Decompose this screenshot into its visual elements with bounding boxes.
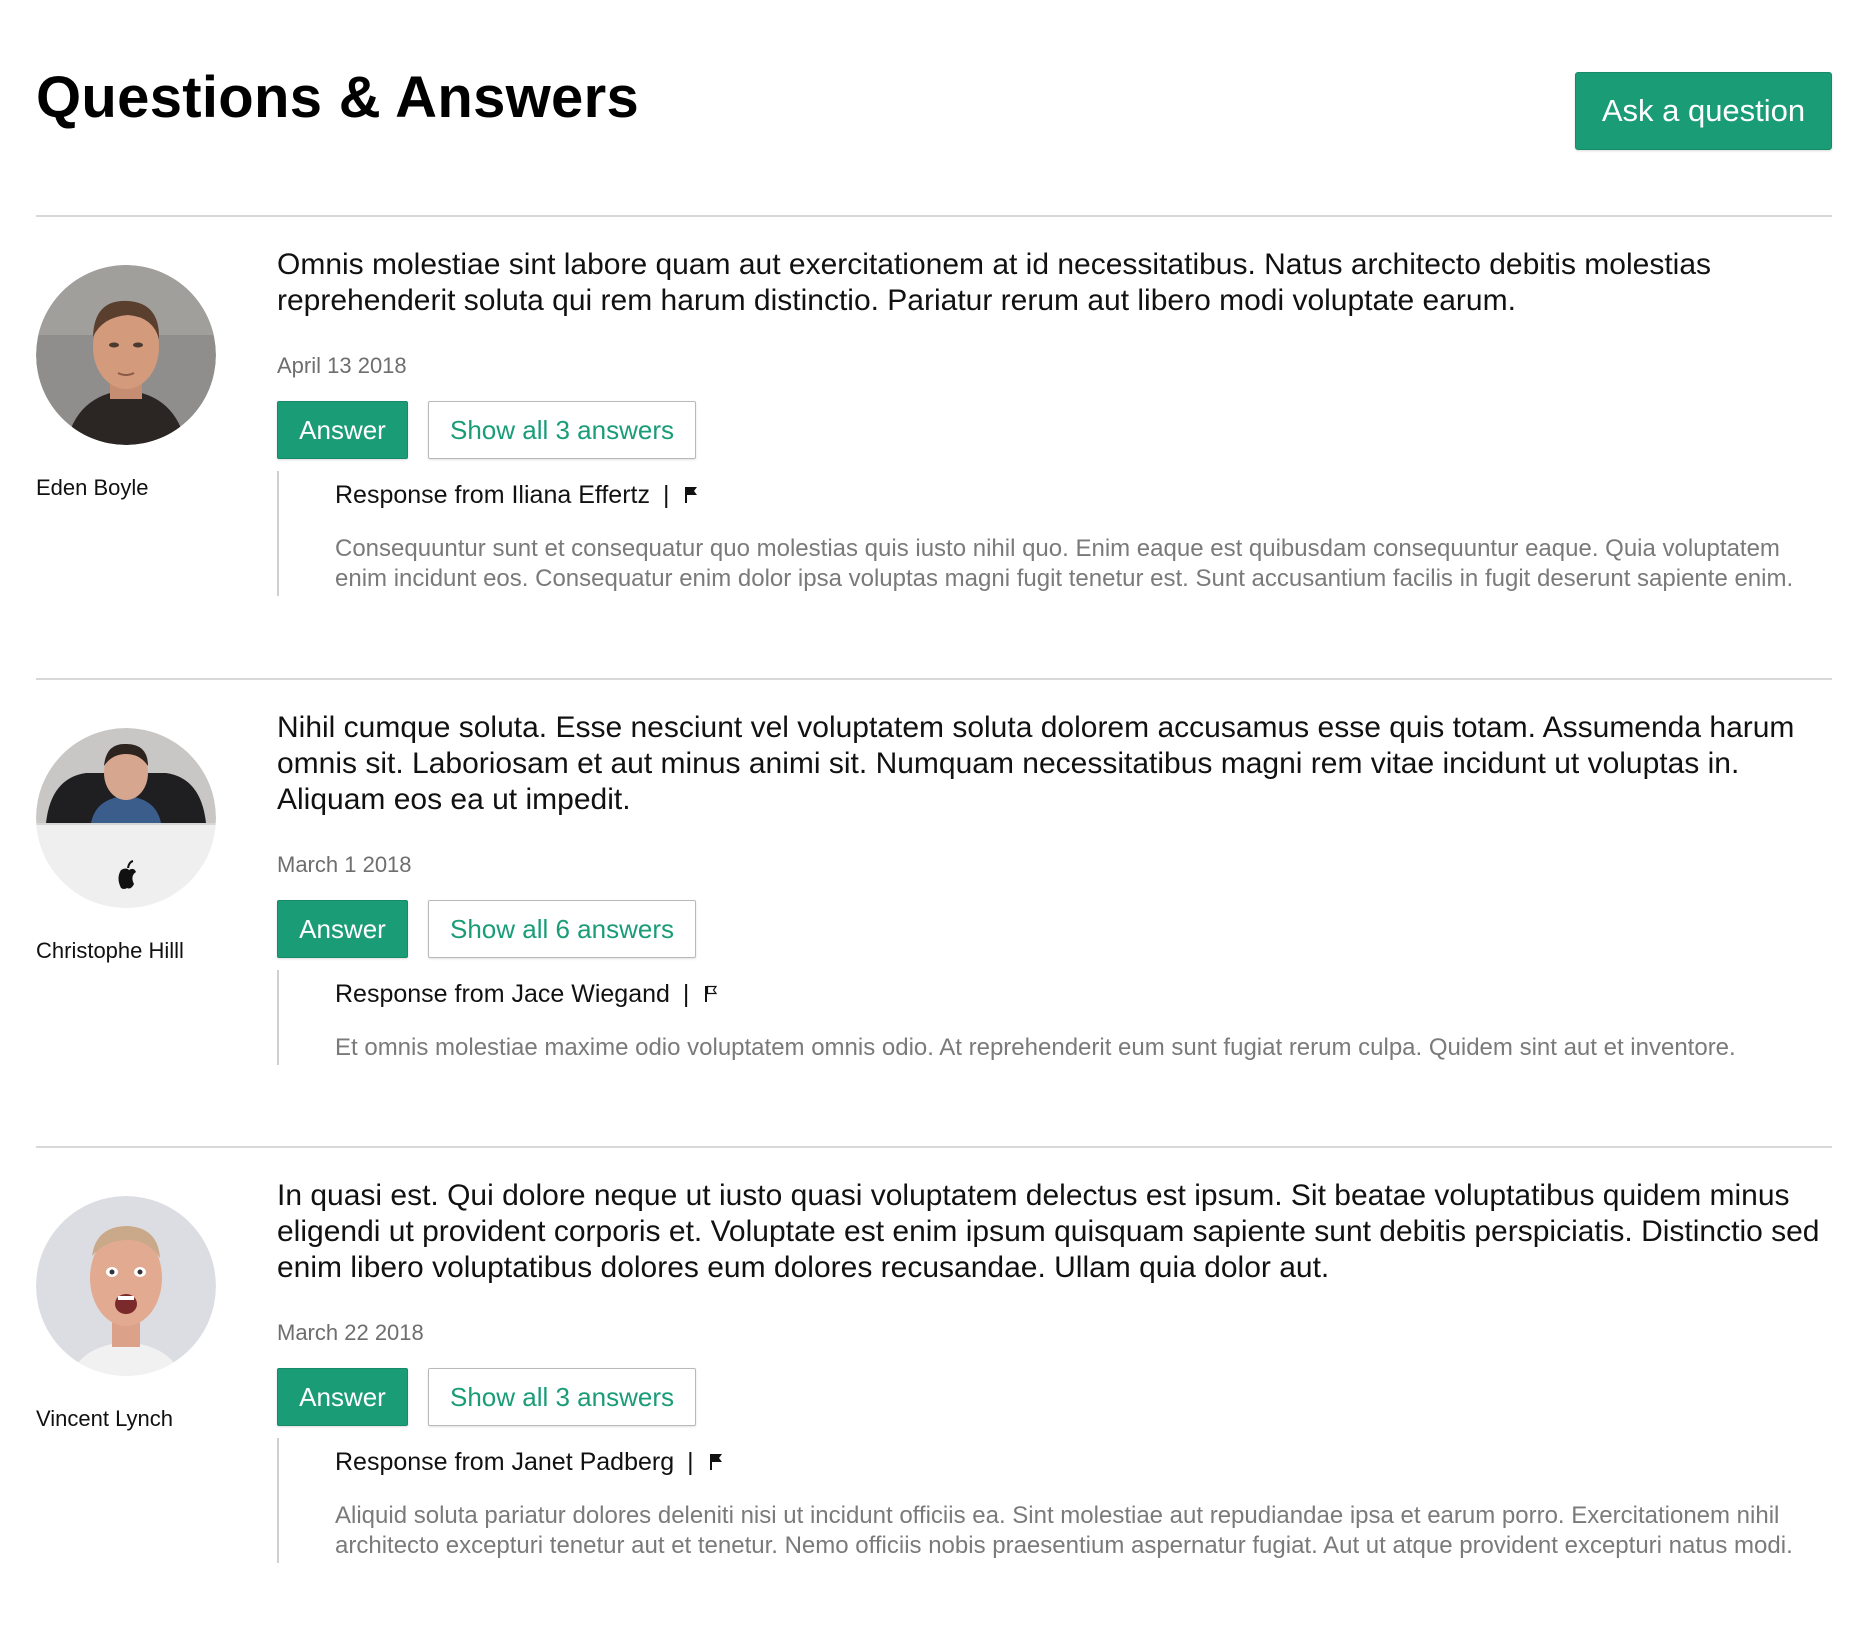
author-name: Vincent Lynch (36, 1406, 173, 1431)
author-name: Christophe Hilll (36, 938, 184, 963)
flag-outline-icon[interactable] (704, 979, 718, 1011)
question-actions: Answer Show all 3 answers (277, 1368, 1832, 1426)
response-separator: | (687, 1448, 694, 1476)
question-item: Vincent Lynch In quasi est. Qui dolore n… (36, 1148, 1832, 1618)
avatar (36, 265, 216, 445)
question-date: March 22 2018 (277, 1320, 424, 1345)
question-content: In quasi est. Qui dolore neque ut iusto … (277, 1178, 1832, 1564)
question-text: Omnis molestiae sint labore quam aut exe… (277, 248, 1712, 317)
response-text: Consequuntur sunt et consequatur quo mol… (335, 535, 1794, 593)
response-header: Response from Janet Padberg | (335, 1446, 1802, 1479)
question-author: Eden Boyle (36, 265, 236, 501)
question-actions: Answer Show all 3 answers (277, 401, 1832, 459)
responder-name: Janet Padberg (511, 1448, 675, 1476)
responder-name: Iliana Effertz (511, 481, 650, 509)
question-item: Eden Boyle Omnis molestiae sint labore q… (36, 217, 1832, 680)
response: Response from Iliana Effertz | Consequun… (277, 471, 1832, 597)
question-author: Christophe Hilll (36, 728, 236, 964)
question-item: Christophe Hilll Nihil cumque soluta. Es… (36, 680, 1832, 1148)
question-date: April 13 2018 (277, 353, 407, 378)
flag-icon[interactable] (709, 1447, 723, 1479)
show-all-answers-button[interactable]: Show all 6 answers (428, 900, 696, 958)
answer-button[interactable]: Answer (277, 1368, 408, 1426)
response: Response from Jace Wiegand | Et omnis mo… (277, 970, 1832, 1066)
page-title: Questions & Answers (36, 65, 640, 130)
qa-page: Questions & Answers Ask a question Eden … (0, 0, 1868, 1636)
show-all-answers-button[interactable]: Show all 3 answers (428, 1368, 696, 1426)
response-text: Et omnis molestiae maxime odio voluptate… (335, 1034, 1736, 1062)
response-separator: | (662, 481, 670, 509)
answer-button[interactable]: Answer (277, 401, 408, 459)
question-date: March 1 2018 (277, 852, 412, 877)
response-prefix: Response from (335, 980, 505, 1008)
ask-question-button[interactable]: Ask a question (1575, 72, 1832, 150)
response-prefix: Response from (335, 481, 505, 509)
response-separator: | (682, 980, 690, 1008)
flag-icon[interactable] (684, 480, 698, 512)
avatar (36, 1196, 216, 1376)
answer-button[interactable]: Answer (277, 900, 408, 958)
question-actions: Answer Show all 6 answers (277, 900, 1832, 958)
question-text: In quasi est. Qui dolore neque ut iusto … (277, 1179, 1820, 1284)
response-text: Aliquid soluta pariatur dolores deleniti… (335, 1502, 1793, 1560)
question-text: Nihil cumque soluta. Esse nesciunt vel v… (277, 711, 1795, 816)
response-header: Response from Jace Wiegand | (335, 978, 1802, 1011)
response-header: Response from Iliana Effertz | (335, 479, 1802, 512)
avatar (36, 728, 216, 908)
response-prefix: Response from (335, 1448, 505, 1476)
question-content: Nihil cumque soluta. Esse nesciunt vel v… (277, 710, 1832, 1066)
question-author: Vincent Lynch (36, 1196, 236, 1432)
author-name: Eden Boyle (36, 475, 149, 500)
show-all-answers-button[interactable]: Show all 3 answers (428, 401, 696, 459)
response: Response from Janet Padberg | Aliquid so… (277, 1438, 1832, 1564)
page-header: Questions & Answers Ask a question (36, 0, 1832, 217)
question-content: Omnis molestiae sint labore quam aut exe… (277, 247, 1832, 597)
responder-name: Jace Wiegand (511, 980, 670, 1008)
